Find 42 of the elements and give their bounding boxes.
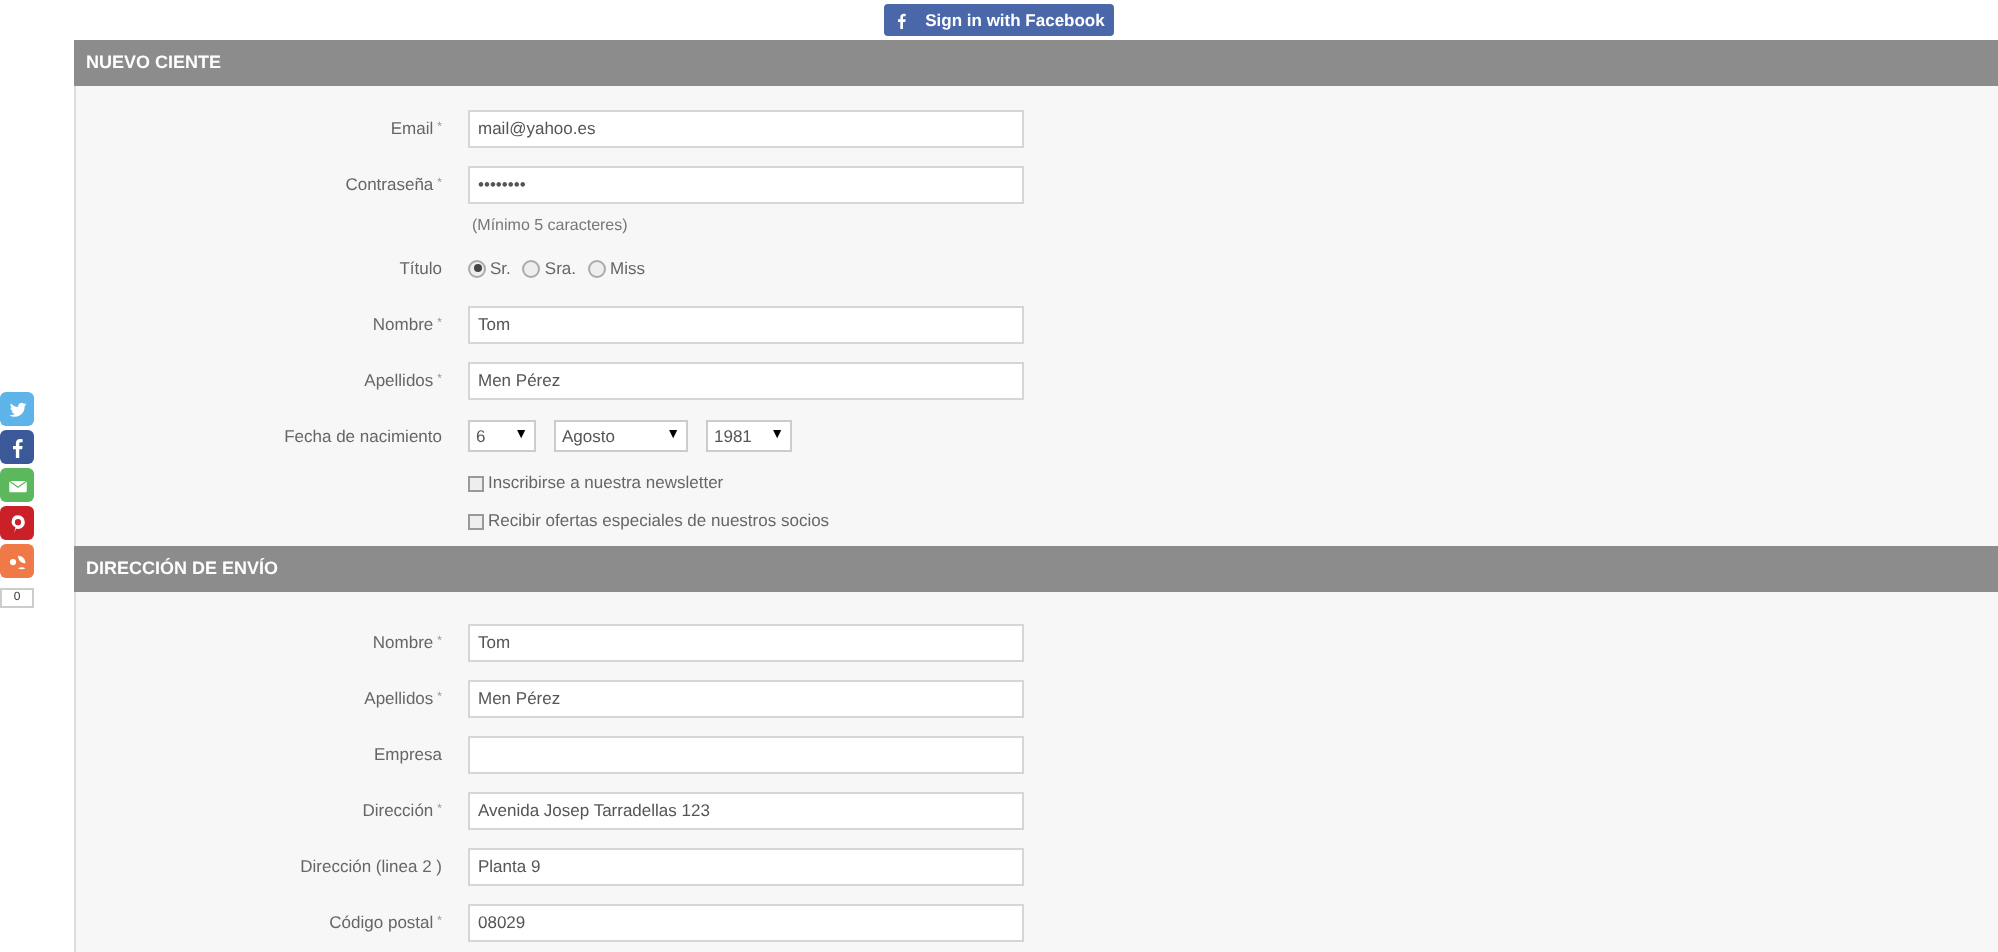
hint-text: (Mínimo 5 caracteres) xyxy=(470,214,628,238)
text-field[interactable]: Men Pérez xyxy=(468,361,1024,399)
section-header: DIRECCIÓN DE ENVÍO xyxy=(74,546,1998,592)
field-label: Empresa xyxy=(373,741,442,767)
section-header: NUEVO CIENTE xyxy=(74,40,1998,86)
bird-icon xyxy=(7,399,27,419)
field-label: Email xyxy=(390,115,434,141)
field-label: Contraseña xyxy=(345,171,434,197)
field-label: Dirección (linea 2 ) xyxy=(300,853,442,879)
field-label: Nombre xyxy=(372,629,434,655)
f-letter-icon xyxy=(7,437,27,457)
checkbox-label: Recibir ofertas especiales de nuestros socios xyxy=(488,508,830,534)
text-field[interactable]: Tom xyxy=(468,623,1024,661)
field-label: Apellidos xyxy=(364,367,434,393)
radio-button[interactable] xyxy=(522,259,541,277)
envelope-icon xyxy=(7,475,27,495)
text-field[interactable]: •••••••• xyxy=(468,165,1024,203)
text-field[interactable] xyxy=(468,735,1024,773)
checkbox[interactable] xyxy=(468,475,484,491)
text-field[interactable]: Tom xyxy=(468,305,1024,343)
radio-label: Sr. xyxy=(490,255,511,281)
field-label: Nombre xyxy=(372,311,434,337)
radio-button[interactable] xyxy=(588,259,606,277)
text-field[interactable]: Planta 9 xyxy=(468,847,1024,885)
radio-label: Sra. xyxy=(544,255,576,281)
text-field[interactable]: Avenida Josep Tarradellas 123 xyxy=(468,791,1024,829)
field-label: Código postal xyxy=(329,909,434,935)
text-field[interactable]: mail@yahoo.es xyxy=(468,109,1024,147)
radio-label: Miss xyxy=(610,255,645,281)
field-label: Título xyxy=(399,255,442,281)
checkbox[interactable] xyxy=(468,513,484,529)
share-button[interactable] xyxy=(0,430,34,464)
f-letter-icon xyxy=(893,11,910,29)
facebook-signin-button[interactable]: Sign in with Facebook xyxy=(883,4,1115,36)
checkbox-label: Inscribirse a nuestra newsletter xyxy=(488,470,724,496)
field-label: Apellidos xyxy=(364,685,434,711)
share-button[interactable] xyxy=(0,506,34,540)
text-field[interactable]: Men Pérez xyxy=(468,679,1024,717)
radio-button[interactable] xyxy=(468,259,486,277)
field-label: Dirección xyxy=(362,797,434,823)
text-field[interactable]: 08029 xyxy=(468,903,1024,941)
field-label: Fecha de nacimiento xyxy=(284,423,442,449)
